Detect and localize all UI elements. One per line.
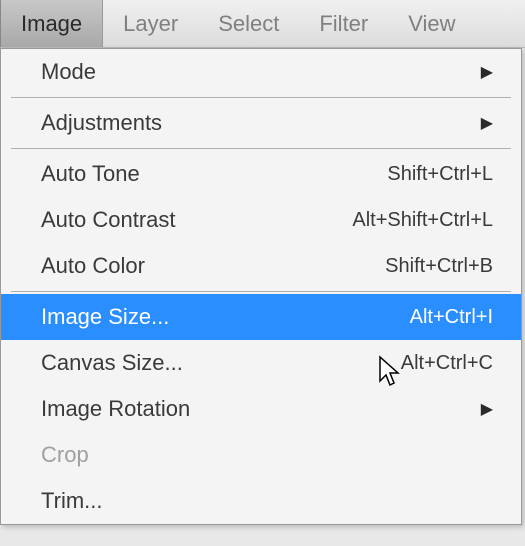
menu-label: Image Size... [41,304,169,330]
menu-item-mode[interactable]: Mode ▶ [1,49,521,95]
menubar-item-image[interactable]: Image [0,0,103,47]
menu-label: Image Rotation [41,396,190,422]
menu-item-auto-tone[interactable]: Auto Tone Shift+Ctrl+L [1,151,521,197]
menubar-item-select[interactable]: Select [198,0,299,47]
chevron-right-icon: ▶ [481,113,493,133]
menubar: Image Layer Select Filter View [0,0,525,48]
separator [11,291,511,292]
separator [11,148,511,149]
menubar-item-view[interactable]: View [388,0,475,47]
menu-shortcut: Alt+Shift+Ctrl+L [352,209,493,232]
menubar-label: Image [21,11,82,37]
menu-item-crop: Crop [1,432,521,478]
menu-label: Crop [41,442,89,468]
menubar-item-layer[interactable]: Layer [103,0,198,47]
menu-label: Auto Color [41,253,145,279]
menu-item-image-size[interactable]: Image Size... Alt+Ctrl+I [1,294,521,340]
menubar-item-filter[interactable]: Filter [299,0,388,47]
chevron-right-icon: ▶ [481,62,493,82]
menu-shortcut: Shift+Ctrl+L [387,163,493,186]
menu-label: Mode [41,59,96,85]
menu-label: Canvas Size... [41,350,183,376]
menu-label: Auto Contrast [41,207,176,233]
menu-label: Auto Tone [41,161,140,187]
separator [11,97,511,98]
menubar-label: Select [218,11,279,37]
menu-label: Adjustments [41,110,162,136]
menu-item-adjustments[interactable]: Adjustments ▶ [1,100,521,146]
menu-item-image-rotation[interactable]: Image Rotation ▶ [1,386,521,432]
menu-shortcut: Alt+Ctrl+I [410,306,493,329]
menu-label: Trim... [41,488,103,514]
menu-item-auto-color[interactable]: Auto Color Shift+Ctrl+B [1,243,521,289]
menu-item-trim[interactable]: Trim... [1,478,521,524]
menubar-label: View [408,11,455,37]
dropdown-menu: Mode ▶ Adjustments ▶ Auto Tone Shift+Ctr… [0,48,522,525]
menu-item-auto-contrast[interactable]: Auto Contrast Alt+Shift+Ctrl+L [1,197,521,243]
menu-item-canvas-size[interactable]: Canvas Size... Alt+Ctrl+C [1,340,521,386]
menu-shortcut: Alt+Ctrl+C [401,352,493,375]
chevron-right-icon: ▶ [481,399,493,419]
menu-shortcut: Shift+Ctrl+B [385,255,493,278]
menubar-label: Layer [123,11,178,37]
menubar-label: Filter [319,11,368,37]
